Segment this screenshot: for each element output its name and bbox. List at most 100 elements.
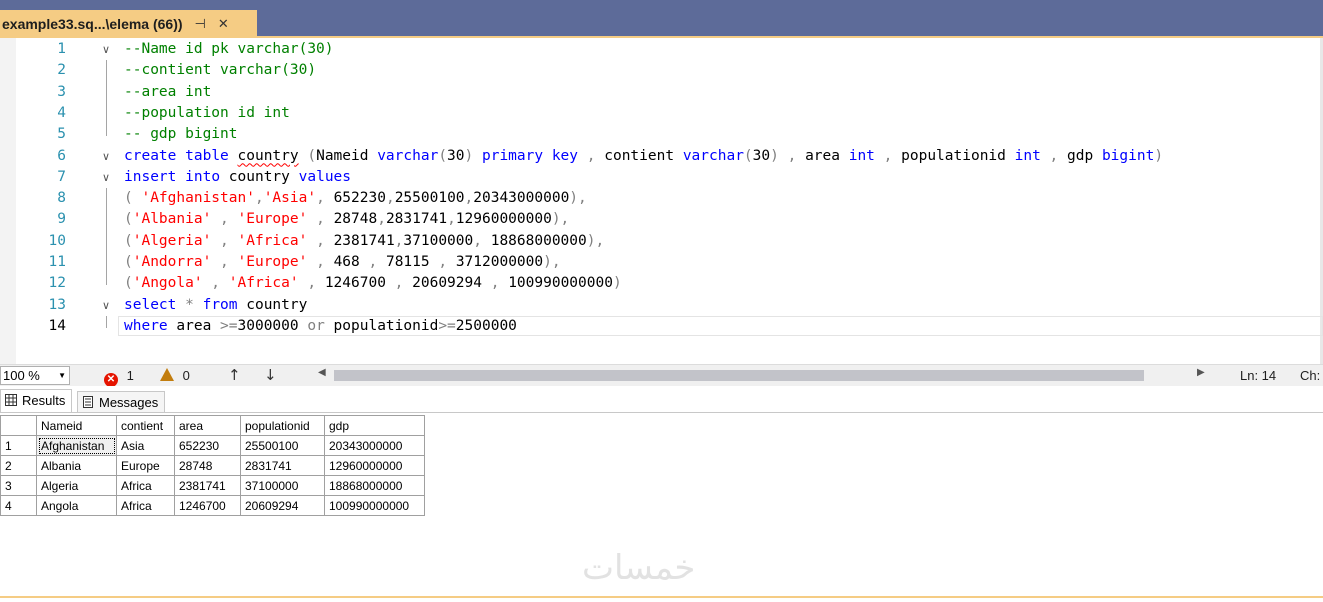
grid-cell[interactable]: 2381741 — [174, 475, 241, 496]
code-token: 3712000000 — [455, 254, 544, 270]
close-icon[interactable]: ✕ — [218, 17, 229, 32]
row-number[interactable]: 3 — [0, 475, 37, 496]
error-count-value: 1 — [126, 368, 134, 383]
arrow-up-icon[interactable]: ↑ — [228, 366, 241, 384]
code-token: , — [211, 254, 238, 270]
arrow-down-icon[interactable]: ↓ — [264, 366, 277, 384]
document-tab[interactable]: example33.sq...\elema (66)) ⊣ ✕ — [0, 10, 257, 38]
scroll-left-icon[interactable]: ◀ — [318, 367, 326, 378]
line-number: 3 — [57, 83, 66, 100]
grid-cell[interactable]: Afghanistan — [36, 435, 117, 456]
code-line[interactable]: 9 ('Albania' , 'Europe' , 28748,2831741,1… — [0, 209, 1323, 232]
fold-toggle-icon[interactable]: ∨ — [99, 295, 113, 316]
code-line[interactable]: 5 -- gdp bigint — [0, 124, 1323, 145]
fold-toggle-icon[interactable]: ∨ — [99, 167, 113, 188]
column-header[interactable]: gdp — [324, 415, 425, 436]
table-row[interactable]: 2 Albania Europe 28748 2831741 12960000000 — [0, 455, 425, 476]
grid-cell[interactable]: Algeria — [36, 475, 117, 496]
zoom-value: 100 % — [3, 368, 40, 383]
code-text: create table country (Nameid varchar(30)… — [124, 146, 1163, 167]
grid-cell[interactable]: 20609294 — [240, 495, 325, 516]
code-token: table — [185, 147, 229, 164]
chevron-down-icon: ▼ — [58, 371, 66, 380]
zoom-dropdown[interactable]: 100 % ▼ — [0, 366, 70, 385]
column-header[interactable]: Nameid — [36, 415, 117, 436]
results-grid[interactable]: Nameid contient area populationid gdp 1 Afghan… — [0, 415, 425, 516]
code-line[interactable]: 10 ('Algeria' , 'Africa' , 2381741,371000… — [0, 230, 1323, 253]
grid-cell[interactable]: 37100000 — [240, 475, 325, 496]
grid-cell[interactable]: 2831741 — [240, 455, 325, 476]
grid-cell[interactable]: Africa — [116, 495, 175, 516]
tab-results[interactable]: Results — [0, 389, 73, 413]
code-line[interactable]: 4 --population id int — [0, 102, 1323, 126]
grid-cell[interactable]: 20343000000 — [324, 435, 425, 456]
row-number[interactable]: 4 — [0, 495, 37, 516]
code-token: , — [473, 232, 491, 249]
grid-cell[interactable]: 18868000000 — [324, 475, 425, 496]
code-line[interactable]: 12 ('Angola' , 'Africa' , 1246700 , 20609… — [0, 273, 1323, 294]
column-header[interactable]: area — [174, 415, 241, 436]
grid-cell[interactable]: 12960000000 — [324, 455, 425, 476]
code-line[interactable]: 11 ('Andorra' , 'Europe' , 468 , 78115 , … — [0, 252, 1323, 275]
code-token: 'Albania' — [132, 211, 212, 228]
horizontal-scrollbar-thumb[interactable] — [334, 370, 1144, 381]
code-token: 78115 — [385, 254, 430, 270]
code-token: , — [254, 190, 264, 207]
fold-toggle-icon[interactable]: ∨ — [99, 39, 113, 60]
grid-cell[interactable]: 1246700 — [174, 495, 241, 516]
grid-cell[interactable]: 28748 — [174, 455, 241, 476]
column-header[interactable]: contient — [116, 415, 175, 436]
grid-cell[interactable]: Europe — [116, 455, 175, 476]
results-tab-strip: Results Messages — [0, 386, 1323, 413]
tab-messages[interactable]: Messages — [77, 391, 166, 413]
grid-cell[interactable]: Africa — [116, 475, 175, 496]
grid-corner[interactable] — [0, 415, 37, 436]
code-token: country — [220, 168, 299, 185]
code-token: 20343000000 — [473, 190, 570, 207]
row-number[interactable]: 2 — [0, 455, 37, 476]
grid-cell[interactable]: Angola — [36, 495, 117, 516]
code-line[interactable]: 2 --contient varchar(30) — [0, 60, 1323, 83]
scroll-right-icon[interactable]: ▶ — [1197, 367, 1205, 378]
code-line[interactable]: 8( 'Afghanistan','Asia', 652230,25500100… — [0, 188, 1323, 211]
error-count[interactable]: ✕ 1 — [104, 367, 134, 387]
code-line[interactable]: 3 --area int — [0, 81, 1323, 104]
code-line[interactable]: 13 ∨ select * from country — [0, 295, 1323, 316]
code-text: ('Albania' , 'Europe' , 28748,2831741,12… — [124, 209, 569, 230]
row-number[interactable]: 1 — [0, 435, 37, 456]
grid-cell[interactable]: Albania — [36, 455, 117, 476]
code-token: ) — [612, 275, 622, 292]
tab-messages-label: Messages — [99, 395, 159, 410]
code-token: 'Europe' — [237, 211, 308, 228]
query-editor[interactable]: 1 ∨ --Name id pk varchar(30) 2 --contient va… — [0, 38, 1323, 364]
editor-status-bar: 100 % ▼ ✕ 1 0 ↑ ↓ ◀ ▶ Ln: 14 Ch: — [0, 364, 1323, 387]
line-number: 11 — [48, 254, 66, 270]
fold-toggle-icon[interactable]: ∨ — [99, 146, 113, 167]
code-token: ) — [1154, 147, 1164, 164]
table-row[interactable]: 4 Angola Africa 1246700 20609294 100990000000 — [0, 495, 425, 516]
code-token: , — [377, 211, 386, 228]
warning-count[interactable]: 0 — [160, 367, 190, 384]
code-token: 'Afghanistan' — [141, 190, 255, 207]
grid-cell[interactable]: 652230 — [174, 435, 241, 456]
code-token: 2381741 — [333, 232, 395, 249]
table-row[interactable]: 1 Afghanistan Asia 652230 25500100 2034300000… — [0, 435, 425, 456]
code-token: ( — [124, 275, 133, 292]
pin-icon[interactable]: ⊣ — [195, 17, 206, 32]
code-token: or — [307, 317, 325, 334]
code-line[interactable]: 1 ∨ --Name id pk varchar(30) — [0, 39, 1323, 60]
code-token: ), — [551, 211, 570, 228]
code-token: 2831741 — [385, 211, 448, 228]
grid-cell[interactable]: 100990000000 — [324, 495, 425, 516]
code-token: 1246700 — [324, 275, 386, 292]
code-line[interactable]: 14 where area >=3000000 or populationid>=… — [0, 315, 1323, 337]
table-row[interactable]: 3 Algeria Africa 2381741 37100000 18868000000 — [0, 475, 425, 496]
code-line[interactable]: 6 ∨ create table country (Nameid varchar(3… — [0, 146, 1323, 167]
code-token: , — [385, 190, 395, 207]
code-line[interactable]: 7 ∨ insert into country values — [0, 167, 1323, 188]
grid-cell[interactable]: 25500100 — [240, 435, 325, 456]
grid-cell[interactable]: Asia — [116, 435, 175, 456]
column-header[interactable]: populationid — [240, 415, 325, 436]
